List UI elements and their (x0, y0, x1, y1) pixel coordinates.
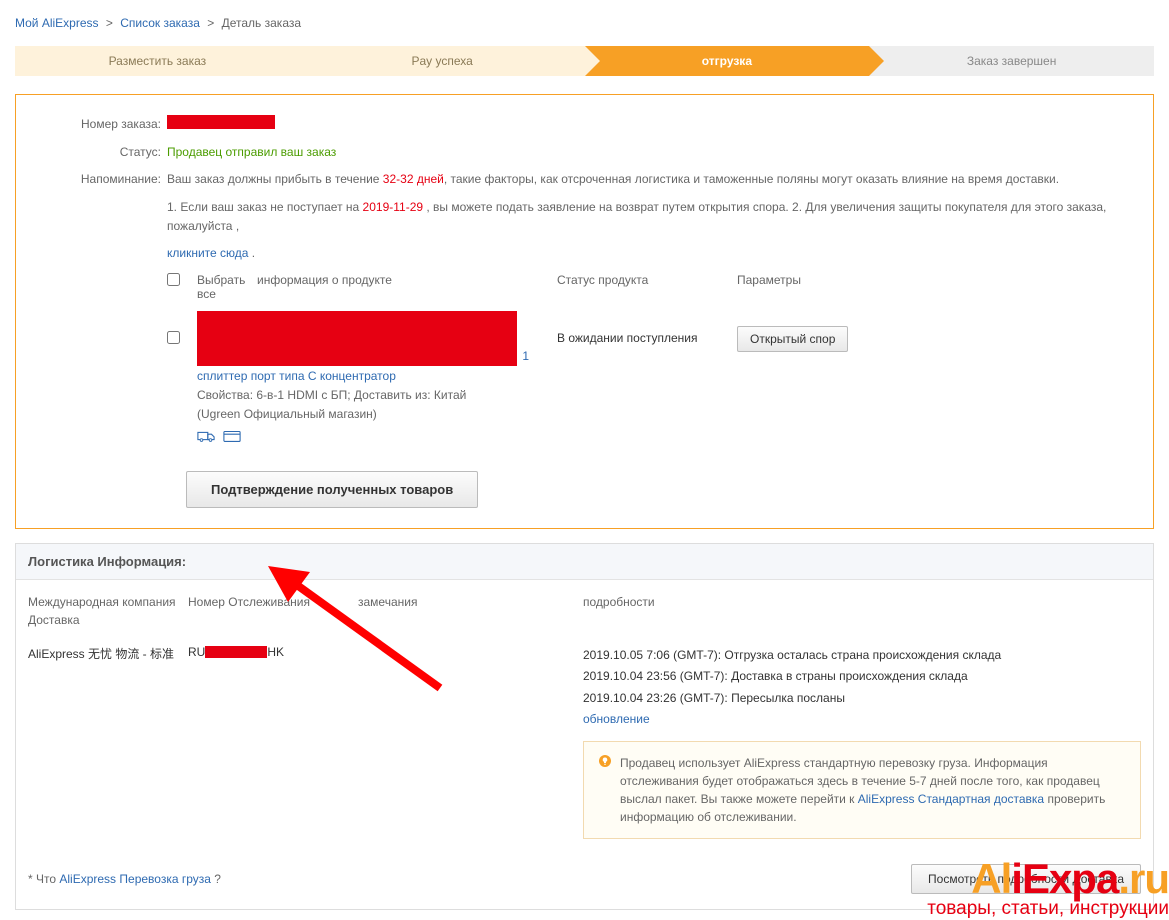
click-here-link[interactable]: кликните сюда (167, 246, 248, 260)
select-all-checkbox[interactable] (167, 273, 180, 286)
tracking-events: 2019.10.05 7:06 (GMT-7): Отгрузка остала… (583, 645, 1141, 731)
breadcrumb-my[interactable]: Мой AliExpress (15, 16, 99, 30)
col-params: Параметры (737, 273, 887, 287)
shipping-faq-link[interactable]: AliExpress Перевозка груза (59, 872, 211, 886)
logistics-header: Логистика Информация: (16, 544, 1153, 580)
status-value: Продавец отправил ваш заказ (167, 143, 1123, 162)
log-col-tracking: Номер Отслеживания (188, 595, 358, 609)
view-shipping-details-button[interactable]: Посмотреть подробности Доставка (911, 864, 1141, 894)
footer-what-is: * Что AliExpress Перевозка груза ? (28, 872, 221, 886)
update-link[interactable]: обновление (583, 712, 650, 726)
standard-shipping-link[interactable]: AliExpress Стандартная доставка (858, 792, 1044, 806)
log-col-notes: замечания (358, 595, 583, 609)
order-number-redacted (167, 115, 275, 129)
col-product-status: Статус продукта (557, 273, 737, 287)
col-product-info: информация о продукте (257, 273, 557, 287)
open-dispute-button[interactable]: Открытый спор (737, 326, 848, 352)
card-icon[interactable] (223, 430, 241, 446)
breadcrumb-orders[interactable]: Список заказа (120, 16, 200, 30)
label-status: Статус: (46, 143, 161, 162)
breadcrumb: Мой AliExpress > Список заказа > Деталь … (15, 10, 1154, 36)
progress-step-ship: отгрузка (585, 46, 870, 76)
row-checkbox[interactable] (167, 331, 180, 344)
breadcrumb-current: Деталь заказа (222, 16, 301, 30)
label-reminder: Напоминание: (46, 170, 161, 263)
info-panel: Продавец использует AliExpress стандартн… (583, 741, 1141, 839)
product-store: (Ugreen Официальный магазин) (197, 406, 557, 423)
progress-step-pay: Pay успеха (300, 46, 585, 76)
product-props: Свойства: 6-в-1 HDMI с БП; Доставить из:… (197, 387, 557, 404)
table-row: 1 сплиттер порт типа C концентратор Свой… (167, 311, 1123, 445)
tracking-number: RUHK (188, 645, 358, 659)
product-image-redacted: 1 (197, 311, 517, 366)
bulb-icon (598, 754, 612, 826)
col-select-all: Выбрать все (197, 273, 257, 301)
logistics-box: Логистика Информация: Международная комп… (15, 543, 1154, 910)
log-col-details: подробности (583, 595, 1141, 609)
reminder-text: Ваш заказ должны прибыть в течение 32-32… (167, 170, 1123, 263)
product-title[interactable]: сплиттер порт типа C концентратор (197, 368, 557, 385)
truck-icon[interactable] (197, 430, 219, 446)
progress-bar: Разместить заказ Pay успеха отгрузка Зак… (15, 46, 1154, 76)
confirm-receipt-button[interactable]: Подтверждение полученных товаров (186, 471, 478, 508)
log-col-company: Международная компания (28, 595, 188, 609)
row-status: В ожидании поступления (557, 311, 737, 345)
label-order-number: Номер заказа: (46, 115, 161, 135)
shipping-company: AliExpress 无忧 物流 - 标准 (28, 645, 188, 662)
order-details-box: Номер заказа: Статус: Продавец отправил … (15, 94, 1154, 529)
progress-step-complete: Заказ завершен (869, 46, 1154, 76)
progress-step-place: Разместить заказ (15, 46, 300, 76)
log-col-company-line2: Доставка (28, 613, 188, 627)
